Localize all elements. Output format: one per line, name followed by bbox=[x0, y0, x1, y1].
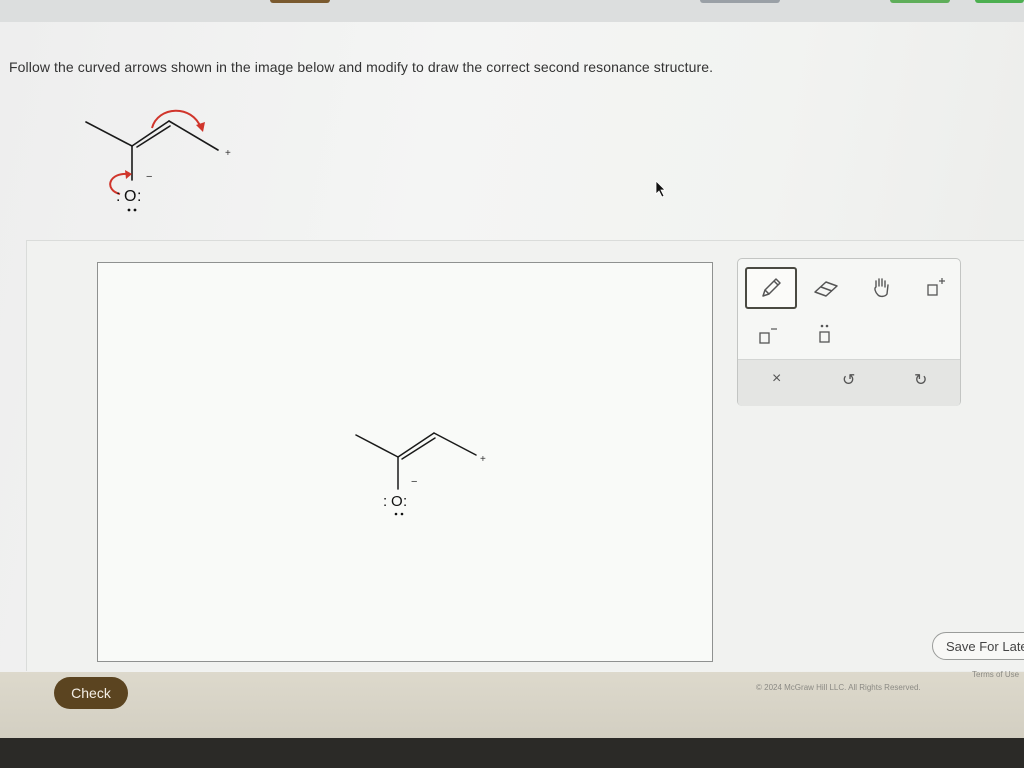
lone-pair-tool-button[interactable] bbox=[809, 319, 841, 351]
lone-pair: : bbox=[383, 493, 387, 510]
lone-pair-dot bbox=[127, 208, 131, 212]
top-tab-indicator bbox=[975, 0, 1024, 3]
top-tab-indicator bbox=[270, 0, 330, 3]
redo-icon[interactable]: ↻ bbox=[914, 370, 927, 390]
pencil-tool-button[interactable] bbox=[745, 267, 797, 309]
clear-icon[interactable]: × bbox=[772, 370, 781, 388]
undo-icon[interactable]: ↺ bbox=[842, 370, 855, 390]
negative-charge: − bbox=[411, 476, 417, 488]
positive-charge: + bbox=[480, 454, 486, 465]
eraser-icon bbox=[814, 281, 838, 297]
save-for-later-button[interactable]: Save For Later bbox=[932, 632, 1024, 660]
lone-pair-icon bbox=[819, 324, 830, 343]
lone-pair: : bbox=[137, 188, 141, 205]
canvas-molecule[interactable]: + − : O : bbox=[340, 425, 510, 525]
toolbar-actions: × ↺ ↻ bbox=[738, 359, 960, 406]
positive-charge-icon bbox=[927, 278, 945, 296]
hand-tool-button[interactable] bbox=[864, 271, 900, 305]
arrow-head bbox=[196, 122, 205, 132]
copyright-text: © 2024 McGraw Hill LLC. All Rights Reser… bbox=[756, 683, 921, 692]
check-button[interactable]: Check bbox=[54, 677, 128, 709]
footer-bar bbox=[0, 672, 1024, 738]
mouse-cursor-icon bbox=[655, 180, 666, 198]
bond bbox=[168, 120, 219, 151]
negative-charge-icon bbox=[759, 328, 777, 344]
negative-charge-tool-button[interactable] bbox=[752, 321, 784, 351]
positive-charge-tool-button[interactable] bbox=[920, 273, 952, 303]
lone-pair: : bbox=[403, 493, 407, 510]
question-molecule: + − : O : bbox=[85, 109, 231, 212]
negative-charge: − bbox=[146, 171, 152, 183]
screen-bezel bbox=[0, 738, 1024, 768]
double-bond bbox=[136, 125, 171, 148]
top-bar bbox=[0, 0, 1024, 24]
oxygen-atom[interactable]: O bbox=[391, 493, 403, 510]
lone-pair: : bbox=[116, 188, 120, 205]
double-bond bbox=[401, 437, 436, 460]
lone-pair-dot bbox=[133, 208, 137, 212]
bond bbox=[85, 121, 133, 147]
terms-link[interactable]: Terms of Use bbox=[972, 670, 1019, 679]
question-instruction: Follow the curved arrows shown in the im… bbox=[9, 59, 714, 75]
oxygen-atom: O bbox=[124, 188, 136, 205]
hand-icon bbox=[874, 278, 889, 298]
top-tab-indicator bbox=[890, 0, 950, 3]
arrow-head bbox=[125, 170, 132, 179]
top-tab-indicator bbox=[700, 0, 780, 3]
drawing-toolbar: × ↺ ↻ bbox=[737, 258, 961, 406]
bond bbox=[131, 120, 170, 147]
bond bbox=[397, 432, 435, 458]
bond bbox=[355, 434, 399, 458]
bond bbox=[433, 432, 477, 456]
lone-pair-dot bbox=[400, 512, 404, 516]
lone-pair-dot bbox=[394, 512, 398, 516]
eraser-tool-button[interactable] bbox=[808, 273, 844, 305]
pencil-icon bbox=[762, 278, 781, 297]
positive-charge: + bbox=[225, 148, 231, 159]
